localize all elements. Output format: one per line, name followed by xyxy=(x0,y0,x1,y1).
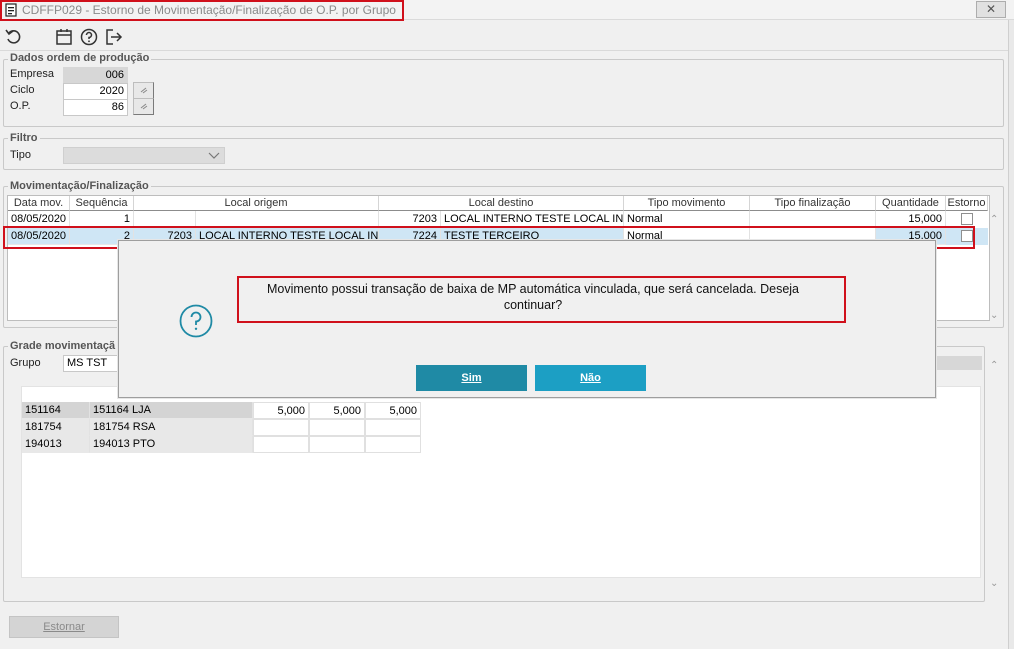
chevron-down-icon xyxy=(208,152,220,159)
scroll-up-icon[interactable]: ⌃ xyxy=(990,214,998,225)
col-header-sequencia[interactable]: Sequência xyxy=(70,196,134,211)
lookup-icon xyxy=(140,103,148,110)
nao-label: Não xyxy=(580,372,601,384)
undo-icon[interactable] xyxy=(4,27,24,47)
col-header-tipo-movimento[interactable]: Tipo movimento xyxy=(624,196,750,211)
col-header-quantidade[interactable]: Quantidade xyxy=(876,196,946,211)
grade-cell-value[interactable]: 5,000 xyxy=(365,402,421,419)
grade-cell-codigo: 194013 xyxy=(22,436,90,453)
confirm-dialog: Movimento possui transação de baixa de M… xyxy=(118,240,936,398)
grade-cell-value[interactable] xyxy=(253,419,309,436)
sim-button[interactable]: Sim xyxy=(416,365,527,391)
grade-row[interactable]: 151164 151164 LJA 5,000 5,000 5,000 xyxy=(22,402,422,419)
col-header-local-destino[interactable]: Local destino xyxy=(379,196,624,211)
estornar-button[interactable]: Estornar xyxy=(9,616,119,638)
ciclo-label: Ciclo xyxy=(10,84,35,96)
help-icon[interactable] xyxy=(79,27,99,47)
op-field[interactable]: 86 xyxy=(63,99,128,116)
grade-row[interactable]: 181754 181754 RSA xyxy=(22,419,422,436)
grupo-label: Grupo xyxy=(10,357,41,369)
grade-title: Grade movimentaçã xyxy=(8,340,118,352)
scroll-down-icon[interactable]: ⌄ xyxy=(990,310,998,321)
tipo-label: Tipo xyxy=(10,149,31,161)
lookup-icon xyxy=(140,87,148,94)
ciclo-lookup-button[interactable] xyxy=(133,82,154,99)
empresa-field: 006 xyxy=(63,67,128,84)
estornar-label: Estornar xyxy=(43,621,85,633)
grupo-description-field xyxy=(930,356,982,370)
exit-icon[interactable] xyxy=(104,27,124,47)
grade-cell-value[interactable] xyxy=(309,419,365,436)
movimentacao-title: Movimentação/Finalização xyxy=(8,180,151,192)
ciclo-field[interactable]: 2020 xyxy=(63,83,128,100)
col-header-data[interactable]: Data mov. xyxy=(8,196,70,211)
col-header-local-origem[interactable]: Local origem xyxy=(134,196,379,211)
sim-label: Sim xyxy=(461,372,482,384)
grade-cell-value[interactable] xyxy=(253,436,309,453)
grade-cell-descricao: 151164 LJA xyxy=(90,402,253,419)
question-icon xyxy=(179,304,213,338)
calendar-icon[interactable] xyxy=(54,27,74,47)
col-header-estorno[interactable]: Estorno xyxy=(946,196,988,211)
scroll-down-icon[interactable]: ⌄ xyxy=(990,578,998,589)
grade-cell-codigo: 181754 xyxy=(22,419,90,436)
filtro-title: Filtro xyxy=(8,132,40,144)
scroll-up-icon[interactable]: ⌃ xyxy=(990,360,998,371)
grade-row[interactable]: 194013 194013 PTO xyxy=(22,436,422,453)
grade-cell-descricao: 181754 RSA xyxy=(90,419,253,436)
col-header-tipo-finalizacao[interactable]: Tipo finalização xyxy=(750,196,876,211)
title-highlight-box xyxy=(0,0,404,21)
close-button[interactable]: ✕ xyxy=(976,1,1006,18)
grade-cell-value[interactable] xyxy=(365,436,421,453)
grade-cell-codigo: 151164 xyxy=(22,402,90,419)
dados-ordem-title: Dados ordem de produção xyxy=(8,52,152,64)
grade-table: 151164 151164 LJA 5,000 5,000 5,000 1817… xyxy=(22,402,422,453)
grade-cell-value[interactable] xyxy=(365,419,421,436)
nao-button[interactable]: Não xyxy=(535,365,646,391)
estorno-checkbox[interactable] xyxy=(961,213,973,225)
window-edge xyxy=(1008,20,1014,649)
grade-cell-value[interactable]: 5,000 xyxy=(253,402,309,419)
op-label: O.P. xyxy=(10,100,31,112)
message-highlight-box xyxy=(237,276,846,323)
tipo-select[interactable] xyxy=(63,147,225,164)
grade-cell-value[interactable]: 5,000 xyxy=(309,402,365,419)
grupo-field[interactable]: MS TST xyxy=(63,355,123,372)
empresa-label: Empresa xyxy=(10,68,55,80)
op-lookup-button[interactable] xyxy=(133,98,154,115)
grade-cell-descricao: 194013 PTO xyxy=(90,436,253,453)
grade-cell-value[interactable] xyxy=(309,436,365,453)
toolbar-separator xyxy=(0,50,1008,51)
